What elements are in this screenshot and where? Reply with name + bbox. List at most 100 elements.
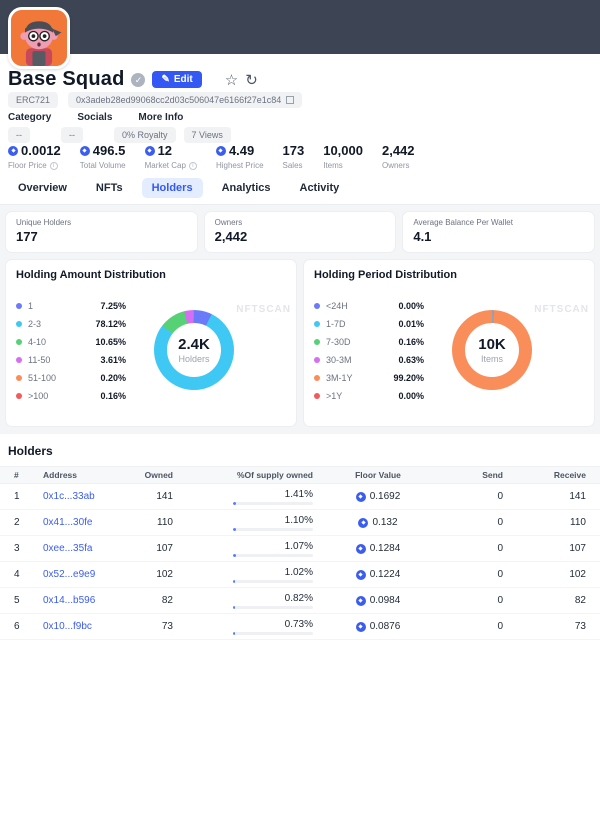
- supply-pct-fill: [233, 606, 235, 609]
- cell-address: 0x14...b596: [43, 595, 133, 606]
- cell-receive: 110: [503, 517, 600, 528]
- refresh-icon[interactable]: ↻: [245, 71, 258, 89]
- stat-label: Total Volume: [80, 161, 126, 170]
- supply-pct-fill: [233, 580, 235, 583]
- tab-holders[interactable]: Holders: [142, 178, 203, 198]
- cell-address: 0x1c...33ab: [43, 491, 133, 502]
- legend-label: 2-3: [28, 319, 41, 329]
- cell-receive: 102: [503, 569, 600, 580]
- cell-address: 0x10...f9bc: [43, 621, 133, 632]
- tab-analytics[interactable]: Analytics: [212, 178, 281, 198]
- summary-card-label: Owners: [215, 218, 386, 227]
- cell-receive: 82: [503, 595, 600, 606]
- legend-label: 4-10: [28, 337, 46, 347]
- chart-legend: <24H 0.00% 1-7D0.01%7-30D0.16%30-3M0.63%3M…: [314, 297, 424, 405]
- legend-item[interactable]: 17.25%: [16, 297, 126, 315]
- stat-label-text: Highest Price: [216, 161, 264, 170]
- legend-item[interactable]: 51-1000.20%: [16, 369, 126, 387]
- token-standard-badge: ERC721: [8, 92, 58, 108]
- eth-icon: [145, 146, 155, 156]
- address-link[interactable]: 0x14...b596: [43, 595, 95, 606]
- stat-label: Highest Price: [216, 161, 264, 170]
- cell-rank: 2: [0, 517, 43, 528]
- legend-dot-icon: [314, 393, 320, 399]
- stat-label-text: Floor Price: [8, 161, 47, 170]
- socials-label: Socials: [77, 112, 112, 123]
- legend-item[interactable]: >1Y0.00%: [314, 387, 424, 405]
- contract-address: 0x3adeb28ed99068cc2d03c506047e6166f27e1c…: [76, 95, 281, 105]
- supply-pct-bar: [233, 502, 313, 505]
- legend-item[interactable]: 2-378.12%: [16, 315, 126, 333]
- legend-item[interactable]: >1000.16%: [16, 387, 126, 405]
- favorite-star-icon[interactable]: ☆: [225, 71, 238, 89]
- legend-item[interactable]: 7-30D0.16%: [314, 333, 424, 351]
- address-link[interactable]: 0xee...35fa: [43, 543, 92, 554]
- stat-value: 2,442: [382, 143, 415, 158]
- supply-pct-fill: [233, 528, 236, 531]
- floor-value-text: 0.0876: [370, 621, 401, 632]
- legend-dot-icon: [314, 339, 320, 345]
- address-link[interactable]: 0x52...e9e9: [43, 569, 95, 580]
- legend-percent: 10.65%: [95, 337, 126, 347]
- cell-supply-pct: 0.82%: [173, 593, 313, 609]
- donut-center-label: Holders: [178, 354, 209, 364]
- cell-address: 0x41...30fe: [43, 517, 133, 528]
- legend-percent: 0.16%: [100, 391, 126, 401]
- tab-nfts[interactable]: NFTs: [86, 178, 133, 198]
- supply-pct-value: 1.07%: [285, 541, 313, 552]
- table-row: 50x14...b596820.82%0.0984082: [0, 588, 600, 614]
- stat-items: 10,000 Items: [323, 143, 363, 170]
- stat-value: 10,000: [323, 143, 363, 158]
- cell-receive: 73: [503, 621, 600, 632]
- legend-item[interactable]: <24H 0.00%: [314, 297, 424, 315]
- legend-item[interactable]: 3M-1Y99.20%: [314, 369, 424, 387]
- address-link[interactable]: 0x10...f9bc: [43, 621, 92, 632]
- stat-label-text: Items: [323, 161, 343, 170]
- address-link[interactable]: 0x41...30fe: [43, 517, 92, 528]
- legend-item[interactable]: 4-10 10.65%: [16, 333, 126, 351]
- nftscan-watermark: NFTSCAN: [534, 304, 589, 315]
- legend-item[interactable]: 30-3M0.63%: [314, 351, 424, 369]
- contract-address-pill[interactable]: 0x3adeb28ed99068cc2d03c506047e6166f27e1c…: [68, 92, 302, 108]
- edit-button[interactable]: ✎ Edit: [152, 71, 201, 88]
- cell-address: 0xee...35fa: [43, 543, 133, 554]
- floor-value-text: 0.1692: [370, 491, 401, 502]
- views-badge: 7 Views: [184, 127, 231, 143]
- more-info-label: More Info: [138, 112, 183, 123]
- tab-overview[interactable]: Overview: [8, 178, 77, 198]
- socials-value: --: [61, 127, 83, 143]
- legend-label: <24H: [326, 301, 348, 311]
- donut-center-value: 2.4K: [178, 336, 210, 353]
- table-row: 30xee...35fa1071.07%0.12840107: [0, 536, 600, 562]
- legend-dot-icon: [314, 375, 320, 381]
- floor-value-text: 0.1284: [370, 543, 401, 554]
- stat-sales: 173Sales: [283, 143, 305, 170]
- cell-rank: 1: [0, 491, 43, 502]
- eth-icon: [356, 596, 366, 606]
- stat-value: 12: [145, 143, 197, 158]
- cell-send: 0: [443, 621, 503, 632]
- stat-label-text: Sales: [283, 161, 303, 170]
- eth-icon: [356, 544, 366, 554]
- cell-supply-pct: 1.02%: [173, 567, 313, 583]
- copy-icon[interactable]: [286, 96, 294, 104]
- eth-icon: [8, 146, 18, 156]
- stat-label: Floor Pricei: [8, 161, 61, 170]
- cell-address: 0x52...e9e9: [43, 569, 133, 580]
- legend-dot-icon: [16, 375, 22, 381]
- tab-activity[interactable]: Activity: [290, 178, 350, 198]
- legend-dot-icon: [314, 357, 320, 363]
- address-link[interactable]: 0x1c...33ab: [43, 491, 95, 502]
- stat-value: 4.49: [216, 143, 264, 158]
- floor-value-text: 0.1224: [370, 569, 401, 580]
- legend-item[interactable]: 11-503.61%: [16, 351, 126, 369]
- chart-card: Holding Period Distribution<24H0.00%1-7D…: [304, 260, 594, 426]
- cell-send: 0: [443, 491, 503, 502]
- legend-percent: 0.00%: [398, 301, 424, 311]
- legend-item[interactable]: 1-7D0.01%: [314, 315, 424, 333]
- table-row: 60x10...f9bc730.73%0.0876073: [0, 614, 600, 640]
- legend-percent: 0.00%: [398, 391, 424, 401]
- legend-dot-icon: [16, 357, 22, 363]
- legend-percent: 7.25%: [100, 301, 126, 311]
- cell-owned: 82: [133, 595, 173, 606]
